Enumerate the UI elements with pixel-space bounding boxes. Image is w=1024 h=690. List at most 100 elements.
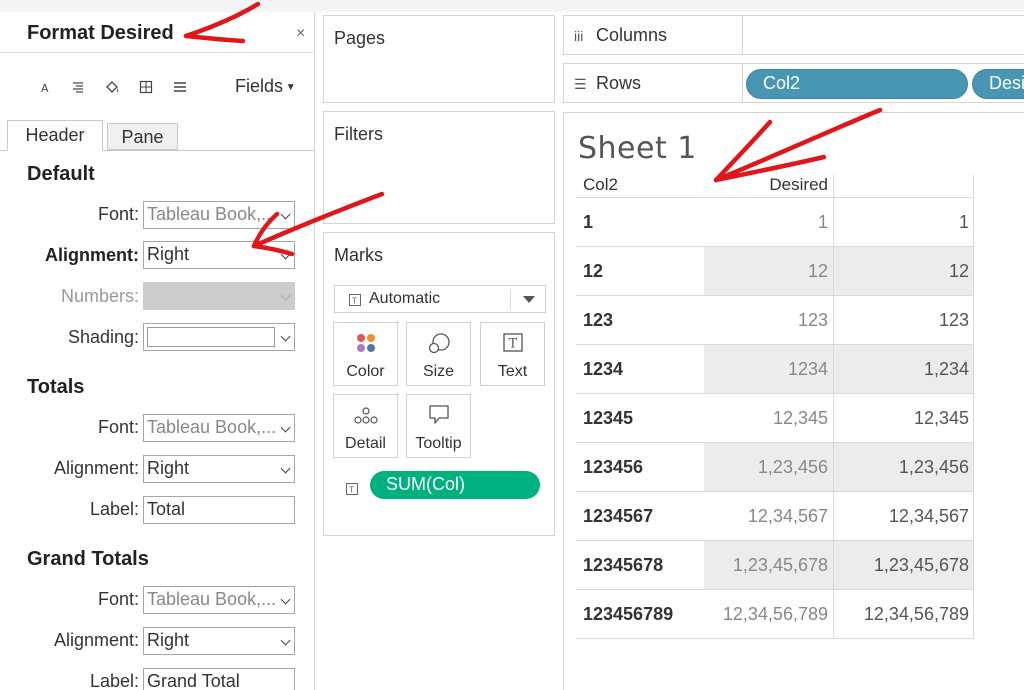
format-pane: Format Desired × A Fields ▼ Pane Header … bbox=[0, 12, 315, 690]
table-row[interactable]: 1234567 12,34,567 12,34,567 bbox=[576, 492, 974, 541]
value-cell[interactable]: 12,34,56,789 bbox=[704, 590, 833, 638]
value-cell[interactable]: 1,23,45,678 bbox=[704, 541, 833, 589]
grand-totals-alignment-select[interactable]: Right bbox=[143, 627, 295, 655]
detail-button[interactable]: Detail bbox=[333, 394, 398, 458]
text-button[interactable]: T Text bbox=[480, 322, 545, 386]
value-cell[interactable]: 1 bbox=[704, 198, 833, 246]
size-icon bbox=[407, 332, 470, 356]
row-header-cell[interactable]: 123456789 bbox=[583, 604, 673, 625]
value-cell[interactable]: 1,23,456 bbox=[834, 443, 973, 491]
value-cell[interactable]: 12,34,567 bbox=[704, 492, 833, 540]
row-header-cell[interactable]: 12 bbox=[583, 261, 603, 282]
value-cell[interactable]: 12,345 bbox=[834, 394, 973, 442]
pages-card[interactable]: Pages bbox=[323, 15, 555, 103]
section-totals-heading: Totals bbox=[27, 376, 85, 398]
text-label: Text bbox=[497, 363, 528, 380]
detail-label: Detail bbox=[345, 435, 386, 452]
row-header-cell[interactable]: 123 bbox=[583, 310, 613, 331]
mark-type-dropdown[interactable]: T Automatic bbox=[334, 285, 546, 313]
marks-title: Marks bbox=[334, 245, 383, 265]
row-header-cell[interactable]: 12345 bbox=[583, 408, 633, 429]
sum-col-pill[interactable]: SUM(Col) bbox=[370, 471, 540, 499]
filters-card[interactable]: Filters bbox=[323, 111, 555, 224]
svg-text:T: T bbox=[351, 297, 357, 306]
color-icon bbox=[334, 332, 397, 356]
caret-down-icon: ▼ bbox=[283, 81, 296, 93]
row-header-cell[interactable]: 1 bbox=[583, 212, 593, 233]
table-row[interactable]: 123456 1,23,456 1,23,456 bbox=[576, 443, 974, 492]
borders-icon[interactable] bbox=[137, 78, 155, 96]
shading-icon[interactable] bbox=[103, 78, 121, 96]
default-shading-select[interactable] bbox=[143, 323, 295, 351]
row-header-cell[interactable]: 123456 bbox=[583, 457, 643, 478]
value-cell[interactable]: 12,34,567 bbox=[834, 492, 973, 540]
value-cell[interactable]: 1,234 bbox=[834, 345, 973, 393]
table-row[interactable]: 12 12 12 bbox=[576, 247, 974, 296]
alignment-icon[interactable] bbox=[69, 78, 87, 96]
size-button[interactable]: Size bbox=[406, 322, 471, 386]
mark-type-label: Automatic bbox=[369, 290, 441, 307]
grand-totals-label-label: Label: bbox=[89, 671, 139, 690]
default-numbers-select bbox=[143, 282, 295, 310]
rows-label: Rows bbox=[596, 73, 642, 93]
default-alignment-label: Alignment: bbox=[45, 245, 139, 265]
color-button[interactable]: Color bbox=[333, 322, 398, 386]
text-encoding-icon: T bbox=[346, 482, 358, 500]
value-cell[interactable]: 1 bbox=[834, 198, 973, 246]
divider bbox=[510, 289, 511, 309]
svg-text:T: T bbox=[348, 486, 354, 495]
column-header-col2[interactable]: Col2 bbox=[583, 175, 618, 197]
lines-icon[interactable] bbox=[171, 78, 189, 96]
row-header-cell[interactable]: 1234 bbox=[583, 359, 623, 380]
rows-shelf-label: ☰ Rows bbox=[564, 64, 743, 102]
totals-font-select[interactable]: Tableau Book,... bbox=[143, 414, 295, 442]
table-row[interactable]: 111 bbox=[576, 198, 974, 247]
default-font-select[interactable]: Tableau Book,... bbox=[143, 201, 295, 229]
columns-shelf[interactable]: iii Columns bbox=[563, 15, 1024, 55]
column-header-blank bbox=[834, 175, 969, 197]
value-cell[interactable]: 123 bbox=[834, 296, 973, 344]
totals-alignment-select[interactable]: Right bbox=[143, 455, 295, 483]
font-icon[interactable]: A bbox=[36, 78, 54, 96]
value-cell[interactable]: 1,23,45,678 bbox=[834, 541, 973, 589]
table-row[interactable]: 12345 12,345 12,345 bbox=[576, 394, 974, 443]
totals-label-input[interactable]: Total bbox=[143, 496, 295, 524]
desired-pill[interactable]: Desi bbox=[972, 69, 1024, 99]
value-cell[interactable]: 1,23,456 bbox=[704, 443, 833, 491]
totals-font-label: Font: bbox=[97, 417, 139, 437]
columns-shelf-label: iii Columns bbox=[564, 16, 743, 54]
column-header-desired[interactable]: Desired bbox=[704, 175, 828, 197]
value-cell[interactable]: 1234 bbox=[704, 345, 833, 393]
section-grand-totals-heading: Grand Totals bbox=[27, 548, 149, 570]
table-row[interactable]: 123 123 123 bbox=[576, 296, 974, 345]
totals-alignment-label: Alignment: bbox=[53, 458, 139, 478]
color-label: Color bbox=[346, 363, 385, 380]
value-cell[interactable]: 12,34,56,789 bbox=[834, 590, 973, 638]
table-row[interactable]: 1234 1234 1,234 bbox=[576, 345, 974, 394]
close-icon[interactable]: × bbox=[296, 25, 305, 43]
row-header-cell[interactable]: 1234567 bbox=[583, 506, 653, 527]
detail-icon bbox=[334, 404, 397, 428]
value-cell[interactable]: 12 bbox=[834, 247, 973, 295]
top-strip bbox=[0, 0, 1024, 12]
fields-dropdown[interactable]: Fields ▼ bbox=[235, 76, 296, 97]
value-cell[interactable]: 12 bbox=[704, 247, 833, 295]
column-divider bbox=[973, 175, 974, 637]
default-alignment-select[interactable]: Right bbox=[143, 241, 295, 269]
value-cell[interactable]: 123 bbox=[704, 296, 833, 344]
value-cell[interactable]: 12,345 bbox=[704, 394, 833, 442]
tooltip-icon bbox=[407, 404, 470, 428]
shading-swatch bbox=[147, 327, 275, 347]
grand-totals-label-input[interactable]: Grand Total bbox=[143, 668, 295, 690]
format-pane-title: Format Desired bbox=[27, 22, 174, 44]
tooltip-button[interactable]: Tooltip bbox=[406, 394, 471, 458]
table-row[interactable]: 123456789 12,34,56,789 12,34,56,789 bbox=[576, 590, 974, 639]
tab-header[interactable]: Header bbox=[7, 120, 103, 151]
col2-pill[interactable]: Col2 bbox=[746, 69, 968, 99]
table-row[interactable]: 12345678 1,23,45,678 1,23,45,678 bbox=[576, 541, 974, 590]
grand-totals-font-select[interactable]: Tableau Book,... bbox=[143, 586, 295, 614]
pages-title: Pages bbox=[334, 28, 386, 48]
rows-shelf[interactable]: ☰ Rows Col2 Desi bbox=[563, 63, 1024, 103]
tab-pane[interactable]: Pane bbox=[107, 123, 178, 150]
row-header-cell[interactable]: 12345678 bbox=[583, 555, 663, 576]
